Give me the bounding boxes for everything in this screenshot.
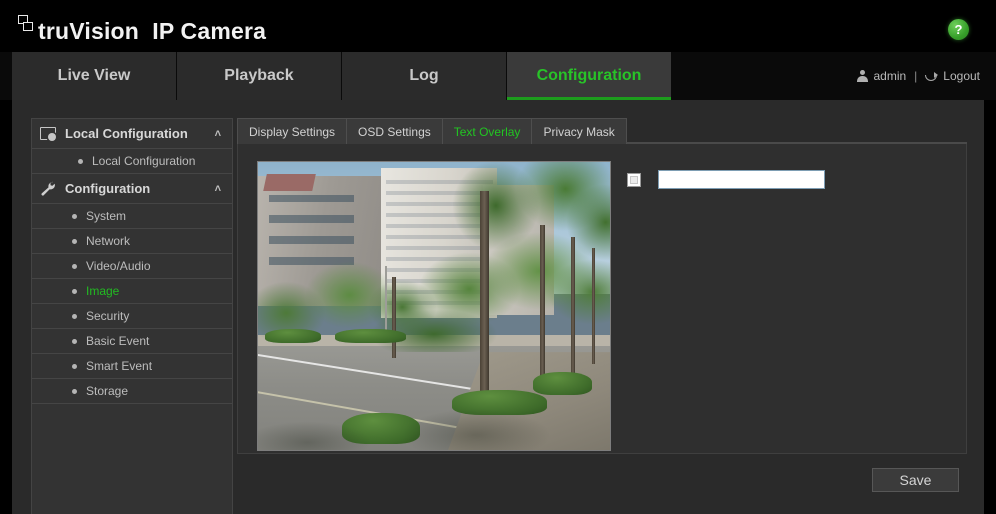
- tab-text-overlay[interactable]: Text Overlay: [441, 118, 533, 144]
- text-overlay-row-1: [627, 170, 825, 189]
- sidebar-item-image[interactable]: Image: [32, 279, 232, 304]
- sidebar-item-label: Video/Audio: [86, 259, 151, 273]
- tab-configuration[interactable]: Configuration: [507, 52, 672, 100]
- user-separator: |: [914, 69, 918, 83]
- sidebar-item-label: Security: [86, 309, 130, 323]
- stacked-squares-logo-icon: [18, 15, 36, 33]
- tab-log[interactable]: Log: [342, 52, 507, 100]
- camera-config-page: truVision IP Camera ? Live View Playback…: [0, 0, 996, 514]
- sidebar-item-label: Network: [86, 234, 131, 248]
- sidebar-item-storage[interactable]: Storage: [32, 379, 232, 404]
- help-icon[interactable]: ?: [948, 19, 969, 40]
- sidebar-item-security[interactable]: Security: [32, 304, 232, 329]
- preview-roof: [263, 173, 317, 191]
- wrench-icon: [40, 181, 58, 197]
- live-video-preview[interactable]: [257, 161, 611, 451]
- content-tab-strip: Display Settings OSD Settings Text Overl…: [237, 118, 967, 144]
- user-name: admin: [873, 69, 907, 83]
- preview-tree-trunk: [539, 225, 545, 393]
- nav-tab-list: Live View Playback Log Configuration: [12, 52, 672, 100]
- sidebar-group-local-configuration[interactable]: Local Configuration ˄: [32, 119, 232, 149]
- monitor-gear-icon: [40, 126, 58, 142]
- text-overlay-panel: [237, 144, 967, 454]
- sidebar-item-label: Local Configuration: [92, 154, 196, 168]
- sidebar: Local Configuration ˄ Local Configuratio…: [31, 118, 233, 514]
- panel-footer: Save: [237, 456, 967, 514]
- tab-live-view[interactable]: Live View: [12, 52, 177, 100]
- bullet-icon: [72, 213, 77, 219]
- sidebar-item-local-configuration[interactable]: Local Configuration: [32, 149, 232, 174]
- app-header: truVision IP Camera ?: [0, 0, 996, 52]
- bullet-icon: [72, 363, 77, 369]
- text-overlay-input[interactable]: [658, 170, 825, 189]
- preview-hedge: [265, 329, 322, 344]
- current-user[interactable]: admin: [857, 69, 906, 83]
- sidebar-item-video-audio[interactable]: Video/Audio: [32, 254, 232, 279]
- bullet-icon: [72, 338, 77, 344]
- sidebar-item-smart-event[interactable]: Smart Event: [32, 354, 232, 379]
- preview-tree-canopy: [441, 162, 610, 289]
- text-overlay-checkbox[interactable]: [627, 172, 641, 187]
- sidebar-item-label: System: [86, 209, 127, 223]
- main-navigation: Live View Playback Log Configuration adm…: [0, 52, 996, 100]
- bullet-icon: [72, 263, 77, 269]
- sidebar-item-label: Smart Event: [86, 359, 153, 373]
- preview-tree-trunk: [391, 277, 396, 358]
- chevron-up-icon[interactable]: ˄: [215, 128, 221, 140]
- save-button[interactable]: Save: [872, 468, 959, 492]
- user-area: admin | Logout: [857, 52, 980, 100]
- tab-playback[interactable]: Playback: [177, 52, 342, 100]
- tab-strip-filler: [625, 118, 967, 143]
- tab-display-settings[interactable]: Display Settings: [237, 118, 348, 144]
- chevron-up-icon[interactable]: ˄: [215, 183, 221, 195]
- sidebar-group-configuration[interactable]: Configuration ˄: [32, 174, 232, 204]
- tab-osd-settings[interactable]: OSD Settings: [346, 118, 443, 144]
- logout-arrow-icon: [925, 71, 939, 81]
- sidebar-item-basic-event[interactable]: Basic Event: [32, 329, 232, 354]
- sidebar-item-system[interactable]: System: [32, 204, 232, 229]
- preview-hedge: [335, 329, 406, 344]
- bullet-icon: [72, 288, 77, 294]
- brand-title: truVision IP Camera: [38, 18, 267, 44]
- logout-button[interactable]: Logout: [925, 69, 980, 83]
- preview-tree-trunk: [592, 248, 596, 364]
- sidebar-group-label: Local Configuration: [65, 126, 188, 141]
- preview-ground-shadow: [258, 375, 610, 450]
- bullet-icon: [72, 313, 77, 319]
- sidebar-item-network[interactable]: Network: [32, 229, 232, 254]
- content-area: Display Settings OSD Settings Text Overl…: [237, 118, 967, 514]
- page-body: Local Configuration ˄ Local Configuratio…: [12, 100, 984, 514]
- bullet-icon: [72, 238, 77, 244]
- sidebar-item-label: Image: [86, 284, 120, 298]
- user-icon: [857, 70, 869, 82]
- bullet-icon: [72, 388, 77, 394]
- bullet-icon: [78, 158, 83, 164]
- sidebar-item-label: Storage: [86, 384, 129, 398]
- preview-tree-trunk: [571, 236, 576, 376]
- tab-privacy-mask[interactable]: Privacy Mask: [531, 118, 627, 144]
- sidebar-group-label: Configuration: [65, 181, 151, 196]
- sidebar-item-label: Basic Event: [86, 334, 150, 348]
- logout-label: Logout: [943, 69, 980, 83]
- brand: truVision IP Camera: [18, 9, 266, 43]
